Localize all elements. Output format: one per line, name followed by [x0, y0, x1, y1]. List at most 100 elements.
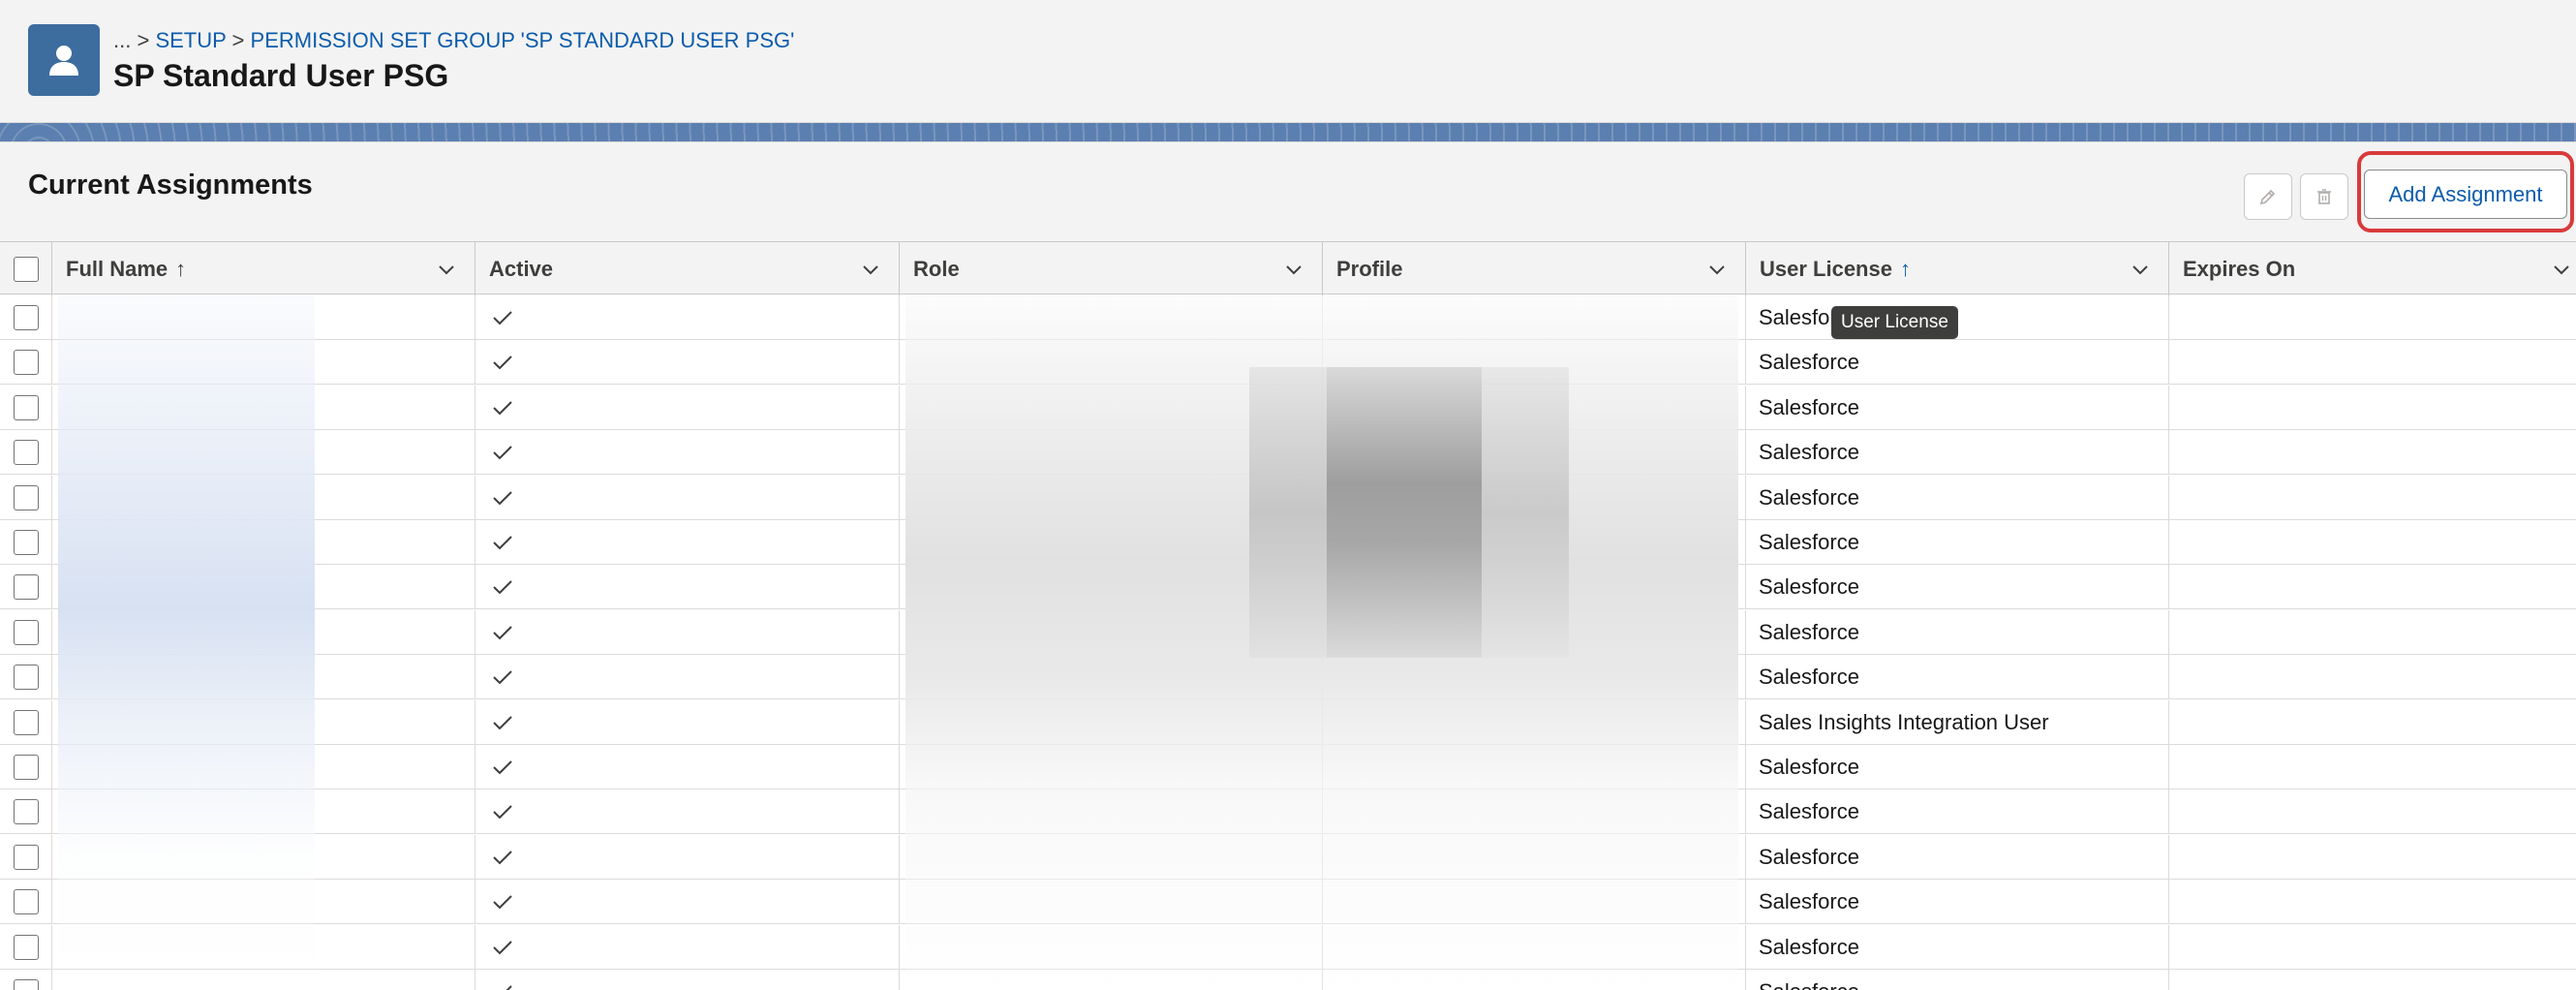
- row-checkbox[interactable]: [13, 305, 39, 330]
- column-header-expires-on[interactable]: Expires On: [2169, 242, 2576, 295]
- row-checkbox[interactable]: [13, 934, 39, 960]
- profile-cell[interactable]: [1323, 520, 1746, 565]
- role-cell[interactable]: [900, 880, 1323, 925]
- add-assignment-button[interactable]: Add Assignment: [2364, 170, 2567, 219]
- role-cell[interactable]: [900, 520, 1323, 565]
- column-header-full-name[interactable]: Full Name ↑: [52, 242, 475, 295]
- row-checkbox[interactable]: [13, 484, 39, 510]
- profile-cell[interactable]: [1323, 924, 1746, 970]
- chevron-down-icon[interactable]: [436, 259, 457, 280]
- profile-cell[interactable]: [1323, 970, 1746, 990]
- table-row[interactable]: Salesforce: [0, 834, 2576, 880]
- role-cell[interactable]: [900, 924, 1323, 970]
- breadcrumb-setup[interactable]: SETUP: [155, 28, 226, 52]
- column-header-user-license[interactable]: User License ↑: [1746, 242, 2169, 295]
- profile-cell[interactable]: [1323, 789, 1746, 835]
- row-checkbox[interactable]: [13, 889, 39, 915]
- row-checkbox[interactable]: [13, 844, 39, 870]
- row-checkbox[interactable]: [13, 440, 39, 466]
- role-cell[interactable]: [900, 340, 1323, 386]
- profile-cell[interactable]: [1323, 834, 1746, 880]
- role-cell[interactable]: [900, 970, 1323, 990]
- row-checkbox[interactable]: [13, 394, 39, 420]
- profile-cell[interactable]: [1323, 880, 1746, 925]
- table-row[interactable]: Salesforce: [0, 924, 2576, 970]
- full-name-cell[interactable]: [52, 924, 475, 970]
- table-row[interactable]: Salesforce: [0, 655, 2576, 700]
- row-checkbox[interactable]: [13, 350, 39, 376]
- profile-cell[interactable]: [1323, 609, 1746, 655]
- chevron-down-icon[interactable]: [860, 259, 881, 280]
- table-row[interactable]: Salesforce: [0, 475, 2576, 520]
- full-name-cell[interactable]: [52, 745, 475, 789]
- role-cell[interactable]: [900, 475, 1323, 520]
- table-row[interactable]: Salesforce: [0, 789, 2576, 835]
- profile-cell[interactable]: [1323, 430, 1746, 476]
- full-name-cell[interactable]: [52, 699, 475, 745]
- table-row[interactable]: Salesforce: [0, 520, 2576, 565]
- profile-cell[interactable]: [1323, 745, 1746, 789]
- role-cell[interactable]: [900, 655, 1323, 700]
- chevron-down-icon[interactable]: [2130, 259, 2151, 280]
- column-header-active[interactable]: Active: [475, 242, 900, 295]
- role-cell[interactable]: [900, 834, 1323, 880]
- row-checkbox[interactable]: [13, 799, 39, 825]
- role-cell[interactable]: [900, 385, 1323, 430]
- table-row[interactable]: Salesforce: [0, 565, 2576, 610]
- full-name-cell[interactable]: [52, 789, 475, 835]
- role-cell[interactable]: [900, 430, 1323, 476]
- full-name-cell[interactable]: [52, 385, 475, 430]
- profile-cell[interactable]: [1323, 340, 1746, 386]
- chevron-down-icon[interactable]: [2551, 259, 2572, 280]
- role-cell[interactable]: [900, 609, 1323, 655]
- full-name-cell[interactable]: [52, 520, 475, 565]
- select-all-checkbox[interactable]: [13, 256, 39, 282]
- row-checkbox[interactable]: [13, 530, 39, 555]
- profile-cell[interactable]: [1323, 475, 1746, 520]
- table-row[interactable]: Salesforce: [0, 340, 2576, 386]
- table-row[interactable]: Sales Insights Integration User: [0, 699, 2576, 745]
- profile-cell[interactable]: [1323, 295, 1746, 340]
- full-name-cell[interactable]: [52, 565, 475, 610]
- full-name-cell[interactable]: [52, 430, 475, 476]
- full-name-cell[interactable]: [52, 295, 475, 340]
- full-name-cell[interactable]: [52, 655, 475, 700]
- full-name-cell[interactable]: [52, 880, 475, 925]
- breadcrumb-ellipsis[interactable]: ...: [113, 28, 131, 52]
- table-row[interactable]: Salesforce: [0, 430, 2576, 476]
- row-checkbox[interactable]: [13, 755, 39, 780]
- column-header-profile[interactable]: Profile: [1323, 242, 1746, 295]
- role-cell[interactable]: [900, 745, 1323, 789]
- role-cell[interactable]: [900, 789, 1323, 835]
- table-row[interactable]: Salesforce: [0, 970, 2576, 990]
- table-row[interactable]: Salesforce: [0, 295, 2576, 340]
- row-checkbox[interactable]: [13, 574, 39, 601]
- breadcrumb-permission-set-group[interactable]: PERMISSION SET GROUP 'SP STANDARD USER P…: [251, 28, 795, 52]
- row-checkbox[interactable]: [13, 619, 39, 645]
- edit-button[interactable]: [2244, 173, 2292, 220]
- table-row[interactable]: Salesforce: [0, 745, 2576, 789]
- full-name-cell[interactable]: [52, 834, 475, 880]
- table-row[interactable]: Salesforce: [0, 880, 2576, 925]
- delete-button[interactable]: [2300, 173, 2348, 220]
- expires-on-cell: [2169, 565, 2576, 609]
- profile-cell[interactable]: [1323, 565, 1746, 610]
- full-name-cell[interactable]: [52, 609, 475, 655]
- row-checkbox[interactable]: [13, 665, 39, 691]
- chevron-down-icon[interactable]: [1706, 259, 1728, 280]
- full-name-cell[interactable]: [52, 340, 475, 386]
- profile-cell[interactable]: [1323, 385, 1746, 430]
- full-name-cell[interactable]: [52, 970, 475, 990]
- table-row[interactable]: Salesforce: [0, 385, 2576, 430]
- profile-cell[interactable]: [1323, 655, 1746, 700]
- role-cell[interactable]: [900, 295, 1323, 340]
- profile-cell[interactable]: [1323, 699, 1746, 745]
- chevron-down-icon[interactable]: [1283, 259, 1304, 280]
- full-name-cell[interactable]: [52, 475, 475, 520]
- row-checkbox[interactable]: [13, 979, 39, 990]
- row-checkbox[interactable]: [13, 709, 39, 735]
- role-cell[interactable]: [900, 699, 1323, 745]
- column-header-role[interactable]: Role: [900, 242, 1323, 295]
- role-cell[interactable]: [900, 565, 1323, 610]
- table-row[interactable]: Salesforce: [0, 609, 2576, 655]
